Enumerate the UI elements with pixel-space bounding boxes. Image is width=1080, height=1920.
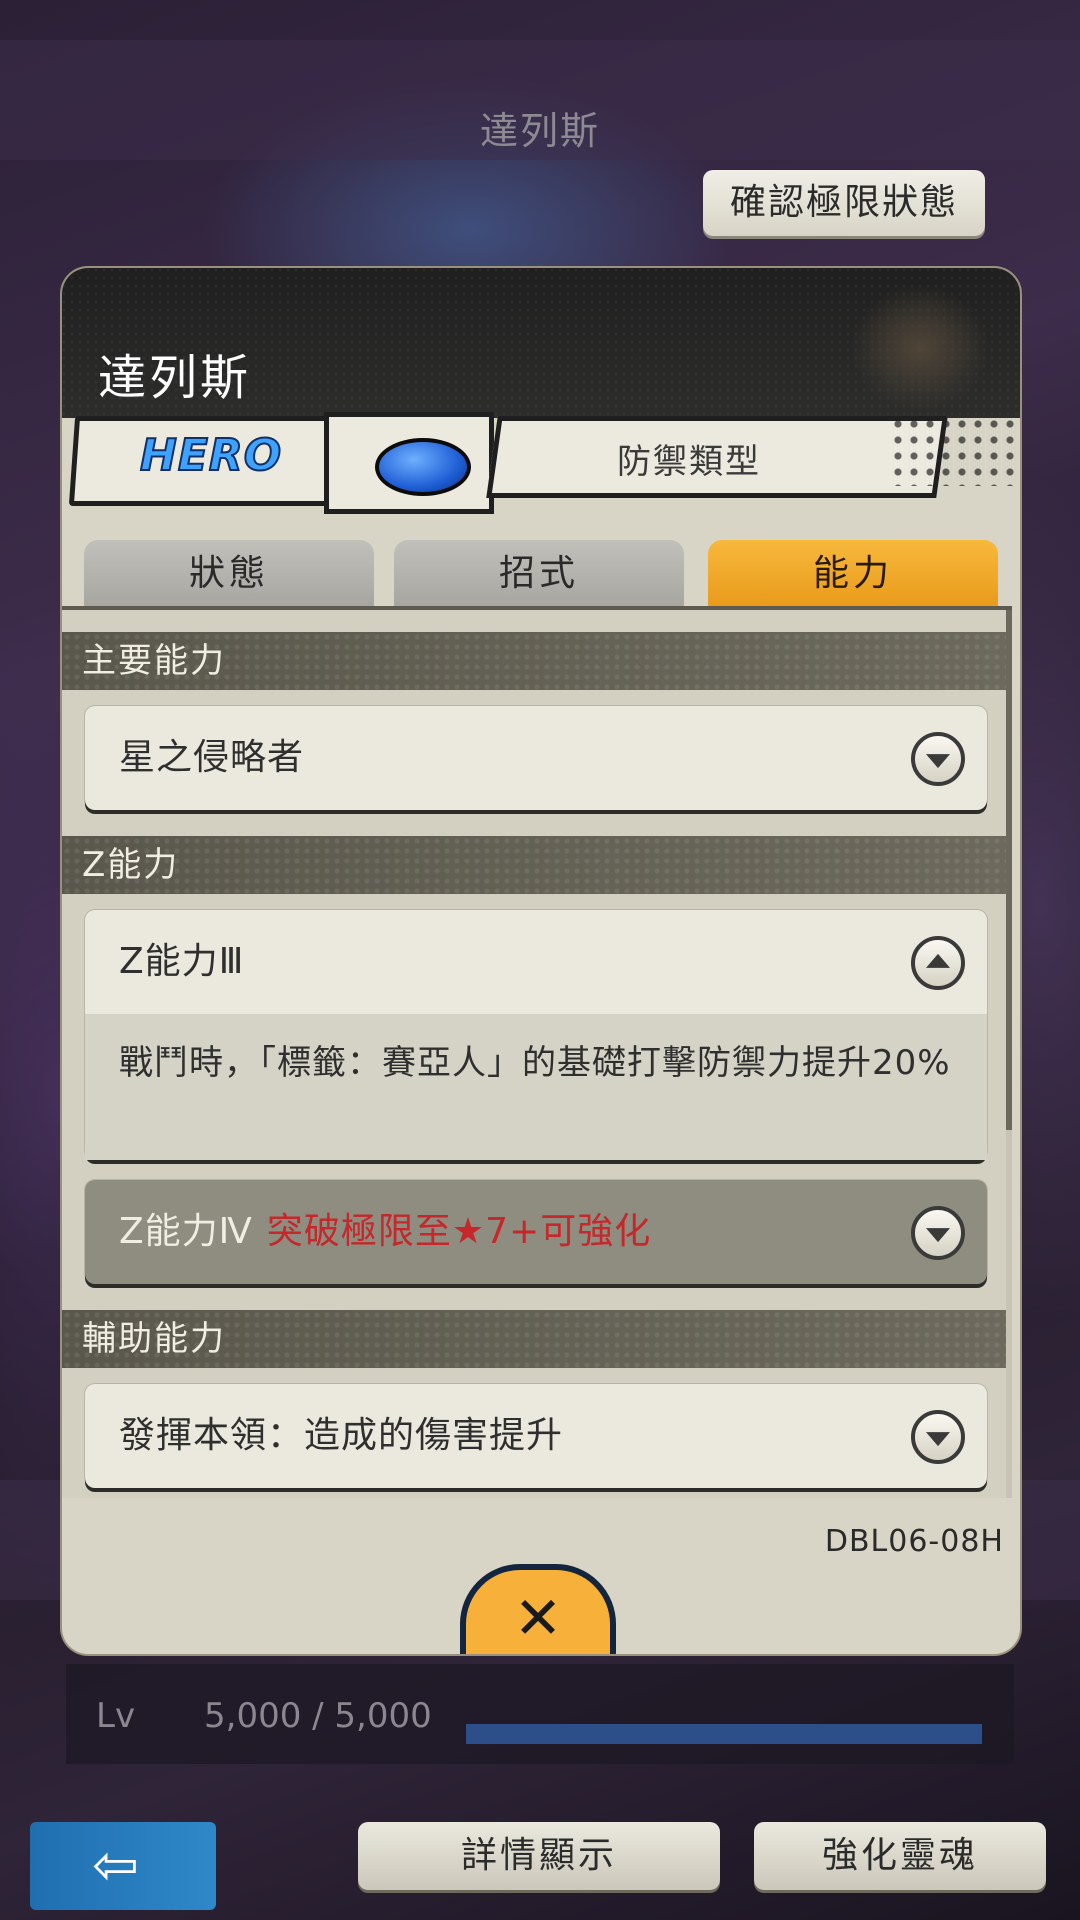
z-ability-4-lock-note: 突破極限至★7+可強化 xyxy=(266,1211,652,1252)
back-arrow-icon: ⇦ xyxy=(92,1833,139,1898)
z-ability-4-name: Z能力Ⅳ xyxy=(119,1211,253,1252)
back-button[interactable]: ⇦ xyxy=(30,1822,216,1910)
level-bar: Lv 5,000 / 5,000 xyxy=(66,1664,1014,1764)
tab-moves[interactable]: 招式 xyxy=(394,540,684,608)
support-ability-name: 發揮本領：造成的傷害提升 xyxy=(119,1415,564,1456)
z-ability-4-card[interactable]: Z能力Ⅳ 突破極限至★7+可強化 xyxy=(85,1180,987,1284)
section-support-ability-title: 輔助能力 xyxy=(62,1310,1012,1368)
close-button[interactable]: ✕ xyxy=(460,1564,616,1654)
panel-header: 達列斯 xyxy=(62,268,1020,418)
expand-button[interactable] xyxy=(911,1206,965,1260)
chevron-down-icon xyxy=(926,1432,950,1447)
chevron-down-icon xyxy=(926,1228,950,1243)
main-ability-card[interactable]: 星之侵略者 xyxy=(85,706,987,810)
section-main-ability-title: 主要能力 xyxy=(62,632,1012,690)
z-ability-3-card[interactable]: Z能力Ⅲ 戰鬥時，「標籤：賽亞人」的基礎打擊防禦力提升20% xyxy=(85,910,987,1160)
level-progress-fill xyxy=(466,1724,982,1744)
abilities-scroll-area[interactable]: 主要能力 星之侵略者 Z能力 Z能力Ⅲ 戰鬥時，「標籤：賽亞人」的基礎打擊防禦力… xyxy=(62,606,1012,1498)
chevron-down-icon xyxy=(926,754,950,769)
halftone-decoration xyxy=(890,416,1020,486)
expand-button[interactable] xyxy=(911,1410,965,1464)
expand-button[interactable] xyxy=(911,732,965,786)
support-ability-card[interactable]: 發揮本領：造成的傷害提升 xyxy=(85,1384,987,1488)
z-ability-3-name: Z能力Ⅲ xyxy=(119,941,245,982)
level-label: Lv xyxy=(96,1696,136,1736)
level-value: 5,000 / 5,000 xyxy=(204,1696,432,1736)
character-detail-panel: 達列斯 HERO 防禦類型 狀態 招式 能力 主要能力 星之侵略者 Z能力 Z能… xyxy=(62,268,1020,1654)
element-orb-icon xyxy=(375,438,471,496)
type-label: 防禦類型 xyxy=(617,442,761,482)
confirm-limit-state-button[interactable]: 確認極限狀態 xyxy=(703,170,985,236)
section-z-ability-title: Z能力 xyxy=(62,836,1012,894)
close-icon: ✕ xyxy=(513,1584,563,1652)
card-code: DBL06-08H xyxy=(824,1524,1004,1559)
z-ability-3-description: 戰鬥時，「標籤：賽亞人」的基礎打擊防禦力提升20% xyxy=(85,1014,987,1160)
details-display-button[interactable]: 詳情顯示 xyxy=(358,1822,720,1890)
level-progress-track xyxy=(466,1724,982,1744)
main-ability-name: 星之侵略者 xyxy=(119,737,305,778)
tab-bar: 狀態 招式 能力 xyxy=(84,540,1004,616)
scrollbar[interactable] xyxy=(1006,610,1012,1498)
chevron-up-icon xyxy=(926,953,950,968)
z-ability-4-title-row: Z能力Ⅳ 突破極限至★7+可強化 xyxy=(119,1180,651,1284)
tab-status[interactable]: 狀態 xyxy=(84,540,374,608)
enhance-soul-button[interactable]: 強化靈魂 xyxy=(754,1822,1046,1890)
page-title: 達列斯 xyxy=(479,109,600,153)
type-bar: HERO 防禦類型 xyxy=(62,408,1020,528)
rarity-badge-text: HERO xyxy=(139,429,283,482)
tab-abilities[interactable]: 能力 xyxy=(708,540,998,608)
hero-name: 達列斯 xyxy=(98,350,252,406)
collapse-button[interactable] xyxy=(911,936,965,990)
character-portrait xyxy=(800,268,1020,418)
scrollbar-thumb[interactable] xyxy=(1006,610,1012,1130)
